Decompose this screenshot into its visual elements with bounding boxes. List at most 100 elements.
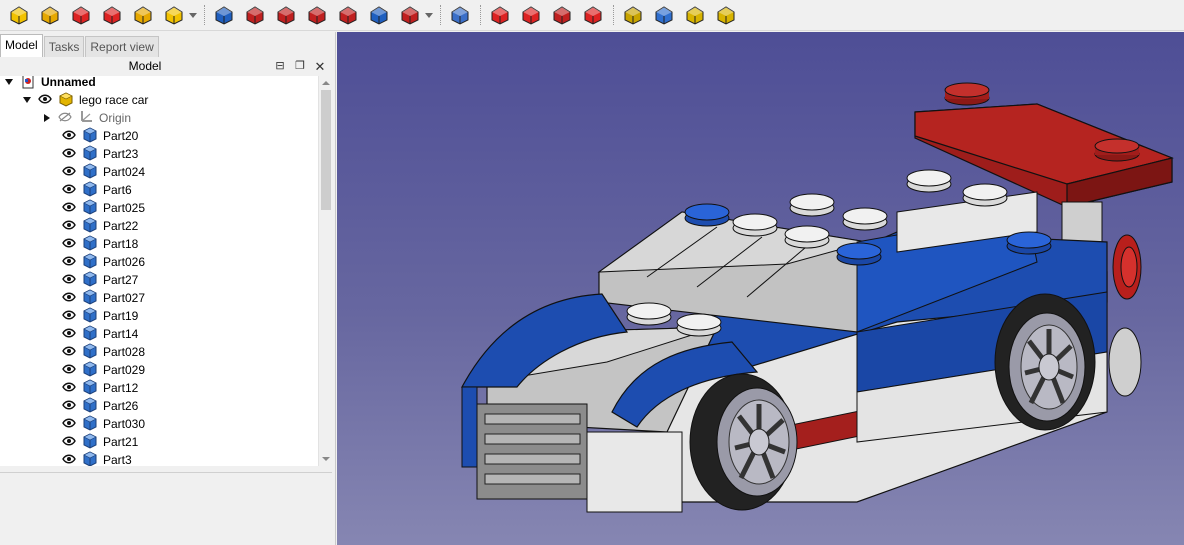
chamfer-icon[interactable] <box>518 2 544 28</box>
polar-pattern-icon[interactable] <box>682 2 708 28</box>
eye-icon[interactable] <box>62 309 82 323</box>
tree-item-part[interactable]: Part14 <box>62 324 138 343</box>
eye-icon[interactable] <box>62 201 82 215</box>
tree-part-label: Part028 <box>103 345 146 359</box>
toolbar-dropdown-arrow[interactable] <box>188 2 198 28</box>
tree-item-origin[interactable]: Origin <box>42 109 131 127</box>
expand-arrow-icon[interactable] <box>42 113 52 123</box>
eye-icon[interactable] <box>62 147 82 161</box>
tree-item-part[interactable]: Part030 <box>62 414 146 433</box>
close-panel-icon[interactable]: ✕ <box>314 59 326 75</box>
toolbar-separator <box>204 5 205 25</box>
tree-part-label: Part22 <box>103 219 139 233</box>
eye-icon[interactable] <box>62 255 82 269</box>
toolbar-separator <box>440 5 441 25</box>
eye-hidden-icon[interactable] <box>58 111 78 125</box>
scroll-down-icon[interactable] <box>321 454 331 464</box>
eye-icon[interactable] <box>62 129 82 143</box>
tree-item-part[interactable]: Part028 <box>62 342 146 361</box>
float-panel-icon[interactable]: ⊟ <box>274 59 286 75</box>
eye-icon[interactable] <box>62 435 82 449</box>
tree-part-label: Part21 <box>103 435 139 449</box>
eye-icon[interactable] <box>62 381 82 395</box>
undock-panel-icon[interactable]: ❐ <box>294 59 306 75</box>
tree-item-part[interactable]: Part027 <box>62 288 146 308</box>
thickness-icon[interactable] <box>580 2 606 28</box>
subtractive-helix-icon[interactable] <box>366 2 392 28</box>
draft-icon[interactable] <box>549 2 575 28</box>
eye-icon[interactable] <box>62 327 82 341</box>
revolution-icon[interactable] <box>37 2 63 28</box>
fillet-icon[interactable] <box>487 2 513 28</box>
tree-item-part[interactable]: Part20 <box>62 126 138 145</box>
tree-part-label: Part030 <box>103 417 146 431</box>
tree-item-part[interactable]: Part18 <box>62 234 138 253</box>
additive-helix-icon[interactable] <box>130 2 156 28</box>
tree-item-part[interactable]: Part024 <box>62 162 146 181</box>
tree-item-part[interactable]: Part029 <box>62 360 145 380</box>
tree-item-part[interactable]: Part026 <box>62 252 146 272</box>
part-icon <box>82 252 103 272</box>
tree-part-label: Part026 <box>103 255 146 269</box>
groove-icon[interactable] <box>273 2 299 28</box>
3d-viewport[interactable] <box>337 32 1184 545</box>
collapse-arrow-icon[interactable] <box>22 95 32 105</box>
tree-part-label: Part027 <box>103 291 146 305</box>
linear-pattern-icon[interactable] <box>651 2 677 28</box>
panel-header: Model ⊟ ❐ ✕ <box>0 58 332 76</box>
tree-item-part[interactable]: Part21 <box>62 432 139 451</box>
tree-item-part[interactable]: Part23 <box>62 144 138 163</box>
tree-root-label: Unnamed <box>41 76 96 89</box>
eye-icon[interactable] <box>62 417 82 431</box>
tree-item-part[interactable]: Part025 <box>62 198 145 217</box>
property-view <box>0 472 332 545</box>
eye-icon[interactable] <box>62 165 82 179</box>
collapse-arrow-icon[interactable] <box>4 77 14 87</box>
additive-box-icon[interactable] <box>161 2 187 28</box>
eye-icon[interactable] <box>62 399 82 413</box>
additive-pipe-icon[interactable] <box>99 2 125 28</box>
eye-icon[interactable] <box>62 363 82 377</box>
subtractive-loft-icon[interactable] <box>304 2 330 28</box>
eye-icon[interactable] <box>62 345 82 359</box>
subtractive-pipe-icon[interactable] <box>335 2 361 28</box>
eye-icon[interactable] <box>62 453 82 466</box>
tab-model[interactable]: Model <box>0 34 43 57</box>
part-icon <box>82 216 103 236</box>
multitransform-icon[interactable] <box>713 2 739 28</box>
eye-icon[interactable] <box>62 273 82 287</box>
tree-item-part[interactable]: Part3 <box>62 450 132 466</box>
tree-item-document[interactable]: Unnamed <box>4 76 96 91</box>
eye-icon[interactable] <box>62 291 82 305</box>
tree-item-assembly[interactable]: lego race car <box>22 91 148 109</box>
tree-part-label: Part024 <box>103 165 146 179</box>
tree-item-part[interactable]: Part26 <box>62 396 138 415</box>
part-icon <box>82 288 103 308</box>
boolean-icon[interactable] <box>447 2 473 28</box>
hole-icon[interactable] <box>242 2 268 28</box>
scroll-thumb[interactable] <box>321 90 331 210</box>
tree-scrollbar[interactable] <box>318 76 332 466</box>
additive-loft-icon[interactable] <box>68 2 94 28</box>
toolbar-dropdown-arrow[interactable] <box>424 2 434 28</box>
tree-item-part[interactable]: Part19 <box>62 306 138 325</box>
tab-tasks[interactable]: Tasks <box>43 36 85 57</box>
eye-icon[interactable] <box>38 93 58 107</box>
part-icon <box>82 360 103 380</box>
tab-report-view[interactable]: Report view <box>85 36 159 57</box>
document-icon <box>20 76 41 92</box>
pad-icon[interactable] <box>6 2 32 28</box>
mirrored-icon[interactable] <box>620 2 646 28</box>
part-icon <box>82 180 103 200</box>
subtractive-box-icon[interactable] <box>397 2 423 28</box>
origin-icon <box>78 109 99 128</box>
tree-item-part[interactable]: Part12 <box>62 378 138 397</box>
eye-icon[interactable] <box>62 237 82 251</box>
tree-item-part[interactable]: Part27 <box>62 270 138 289</box>
tree-item-part[interactable]: Part6 <box>62 180 132 200</box>
eye-icon[interactable] <box>62 183 82 197</box>
pocket-icon[interactable] <box>211 2 237 28</box>
tree-item-part[interactable]: Part22 <box>62 216 139 236</box>
scroll-up-icon[interactable] <box>321 78 331 88</box>
eye-icon[interactable] <box>62 219 82 233</box>
